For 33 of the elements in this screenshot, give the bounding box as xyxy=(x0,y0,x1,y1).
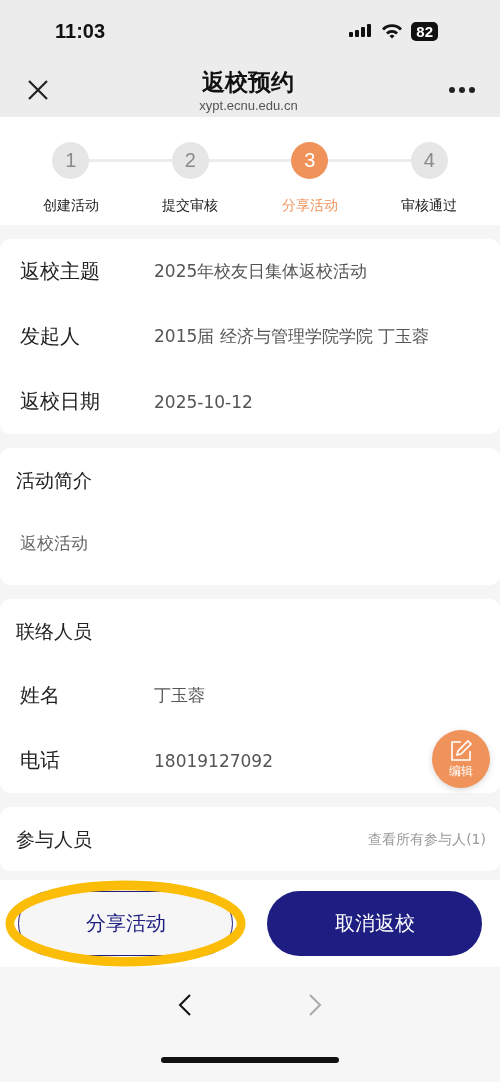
field-label: 电话 xyxy=(20,747,61,774)
section-title: 参与人员 xyxy=(15,827,93,852)
field-value: 2015届 经济与管理学院学院 丁玉蓉 xyxy=(154,325,430,348)
step-number: 4 xyxy=(410,142,448,179)
section-title: 联络人员 xyxy=(15,619,93,644)
battery-level: 82 xyxy=(411,21,438,41)
field-value: 2025-10-12 xyxy=(154,391,253,412)
field-label: 返校日期 xyxy=(20,388,101,415)
page-url: xypt.ecnu.edu.cn xyxy=(199,97,298,113)
field-value: 丁玉蓉 xyxy=(154,684,205,707)
edit-icon xyxy=(449,738,473,763)
section-title: 活动简介 xyxy=(15,468,93,493)
field-value: 2025年校友日集体返校活动 xyxy=(154,260,368,283)
wifi-icon xyxy=(381,23,404,39)
step-label: 提交审核 xyxy=(162,197,219,215)
status-time: 11:03 xyxy=(55,19,106,43)
cancel-button[interactable]: 取消返校 xyxy=(267,891,482,956)
signal-icon xyxy=(349,23,374,39)
step-label: 创建活动 xyxy=(42,197,99,215)
step-number: 3 xyxy=(291,142,329,179)
step-number: 2 xyxy=(171,142,209,179)
more-icon[interactable] xyxy=(448,85,476,94)
field-label: 返校主题 xyxy=(20,258,101,285)
step-label: 分享活动 xyxy=(281,197,338,215)
page-title: 返校预约 xyxy=(202,67,295,97)
step-label: 审核通过 xyxy=(401,197,458,215)
field-value: 18019127092 xyxy=(154,750,273,771)
step-number: 1 xyxy=(52,142,90,179)
field-label: 姓名 xyxy=(20,682,61,709)
intro-text: 返校活动 xyxy=(19,532,89,555)
close-icon[interactable] xyxy=(27,78,49,101)
back-icon[interactable] xyxy=(177,993,193,1017)
field-label: 发起人 xyxy=(20,323,81,350)
